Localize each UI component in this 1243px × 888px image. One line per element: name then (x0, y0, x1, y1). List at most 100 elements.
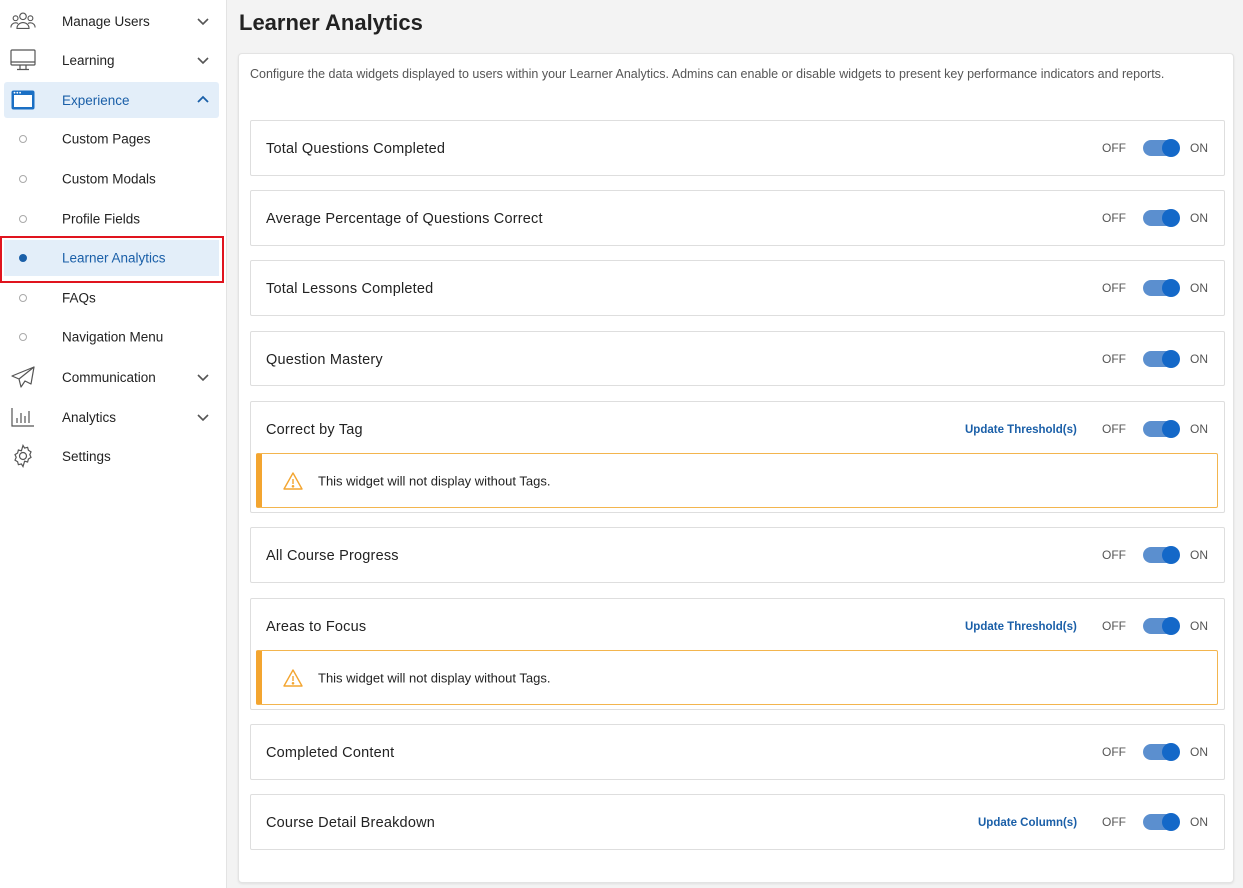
sidebar-subitem-navigation-menu[interactable]: Navigation Menu (4, 319, 219, 355)
warning-alert: This widget will not display without Tag… (256, 650, 1218, 705)
warning-icon (283, 471, 303, 490)
toggle-off-label: OFF (1102, 815, 1126, 829)
sidebar-subitem-custom-pages[interactable]: Custom Pages (4, 121, 219, 157)
update-threshold-link[interactable]: Update Threshold(s) (965, 424, 1077, 436)
widget-row: Areas to Focus Update Threshold(s) OFF O… (250, 598, 1225, 710)
toggle-on-label: ON (1190, 352, 1208, 366)
sidebar-subitem-label: Custom Pages (62, 131, 151, 147)
chevron-down-icon (197, 414, 209, 422)
users-icon (10, 8, 36, 34)
sidebar-item-label: Analytics (62, 409, 117, 425)
sidebar-item-communication[interactable]: Communication (4, 359, 219, 395)
widget-name: Average Percentage of Questions Correct (266, 211, 543, 227)
bullet-icon (19, 135, 27, 143)
toggle-on-label: ON (1190, 619, 1208, 633)
widget-name: Areas to Focus (266, 619, 367, 635)
bullet-icon (19, 294, 27, 302)
warning-text: This widget will not display without Tag… (318, 670, 551, 685)
browser-window-icon (10, 87, 36, 113)
widget-toggle[interactable] (1143, 420, 1180, 438)
sidebar-subitem-label: Navigation Menu (62, 329, 164, 345)
sidebar-subitem-label: Profile Fields (62, 211, 141, 227)
toggle-on-label: ON (1190, 281, 1208, 295)
sidebar-subitem-learner-analytics[interactable]: Learner Analytics (4, 240, 219, 276)
update-threshold-link[interactable]: Update Threshold(s) (965, 621, 1077, 633)
widget-row: Course Detail Breakdown Update Column(s)… (250, 794, 1225, 850)
toggle-off-label: OFF (1102, 548, 1126, 562)
widget-row: Completed Content OFF ON (250, 724, 1225, 780)
bullet-icon (19, 254, 27, 262)
widget-name: Total Questions Completed (266, 141, 446, 157)
sidebar-item-label: Experience (62, 92, 130, 108)
sidebar-subitem-label: Learner Analytics (62, 250, 166, 266)
update-columns-link[interactable]: Update Column(s) (978, 817, 1077, 829)
toggle-knob (1162, 139, 1180, 157)
widget-toggle[interactable] (1143, 139, 1180, 157)
paper-plane-icon (10, 364, 36, 390)
toggle-off-label: OFF (1102, 619, 1126, 633)
chevron-up-icon (197, 95, 209, 103)
warning-text: This widget will not display without Tag… (318, 473, 551, 488)
toggle-knob (1162, 546, 1180, 564)
widget-name: Completed Content (266, 745, 395, 761)
toggle-on-label: ON (1190, 141, 1208, 155)
bar-chart-icon (10, 404, 36, 430)
bullet-icon (19, 333, 27, 341)
widget-toggle[interactable] (1143, 350, 1180, 368)
toggle-on-label: ON (1190, 745, 1208, 759)
sidebar-subitem-profile-fields[interactable]: Profile Fields (4, 201, 219, 237)
widget-toggle[interactable] (1143, 813, 1180, 831)
toggle-knob (1162, 617, 1180, 635)
widget-row: Total Questions Completed OFF ON (250, 120, 1225, 176)
sidebar-subitem-custom-modals[interactable]: Custom Modals (4, 161, 219, 197)
bullet-icon (19, 215, 27, 223)
chevron-down-icon (197, 374, 209, 382)
widget-name: Question Mastery (266, 352, 383, 368)
sidebar-item-label: Manage Users (62, 13, 150, 29)
widget-toggle[interactable] (1143, 279, 1180, 297)
toggle-on-label: ON (1190, 815, 1208, 829)
widget-row: All Course Progress OFF ON (250, 527, 1225, 583)
toggle-knob (1162, 743, 1180, 761)
sidebar-item-settings[interactable]: Settings (4, 438, 219, 474)
sidebar-item-label: Communication (62, 369, 156, 385)
widget-toggle[interactable] (1143, 743, 1180, 761)
widget-toggle[interactable] (1143, 546, 1180, 564)
widget-row: Average Percentage of Questions Correct … (250, 190, 1225, 246)
gear-icon (10, 443, 36, 469)
sidebar-item-manage-users[interactable]: Manage Users (4, 3, 219, 39)
panel-description: Configure the data widgets displayed to … (250, 67, 1165, 81)
widget-toggle[interactable] (1143, 209, 1180, 227)
warning-icon (283, 668, 303, 687)
toggle-off-label: OFF (1102, 141, 1126, 155)
widgets-panel: Configure the data widgets displayed to … (238, 53, 1234, 883)
monitor-icon (10, 47, 36, 73)
widget-name: Course Detail Breakdown (266, 815, 436, 831)
widget-name: Total Lessons Completed (266, 281, 434, 297)
toggle-knob (1162, 209, 1180, 227)
sidebar-item-experience[interactable]: Experience (4, 82, 219, 118)
chevron-down-icon (197, 57, 209, 65)
sidebar-item-label: Learning (62, 52, 115, 68)
toggle-on-label: ON (1190, 211, 1208, 225)
sidebar-subitem-label: FAQs (62, 290, 96, 306)
widget-name: All Course Progress (266, 548, 399, 564)
warning-alert: This widget will not display without Tag… (256, 453, 1218, 508)
toggle-knob (1162, 350, 1180, 368)
widget-toggle[interactable] (1143, 617, 1180, 635)
toggle-off-label: OFF (1102, 745, 1126, 759)
toggle-off-label: OFF (1102, 352, 1126, 366)
page-title: Learner Analytics (239, 10, 423, 35)
widget-name: Correct by Tag (266, 422, 363, 438)
toggle-off-label: OFF (1102, 422, 1126, 436)
sidebar: Manage Users Learning Experience Custom … (0, 0, 227, 888)
bullet-icon (19, 175, 27, 183)
toggle-knob (1162, 420, 1180, 438)
sidebar-item-analytics[interactable]: Analytics (4, 399, 219, 435)
sidebar-subitem-label: Custom Modals (62, 171, 156, 187)
toggle-knob (1162, 279, 1180, 297)
sidebar-subitem-faqs[interactable]: FAQs (4, 280, 219, 316)
sidebar-item-learning[interactable]: Learning (4, 42, 219, 78)
toggle-on-label: ON (1190, 548, 1208, 562)
toggle-knob (1162, 813, 1180, 831)
